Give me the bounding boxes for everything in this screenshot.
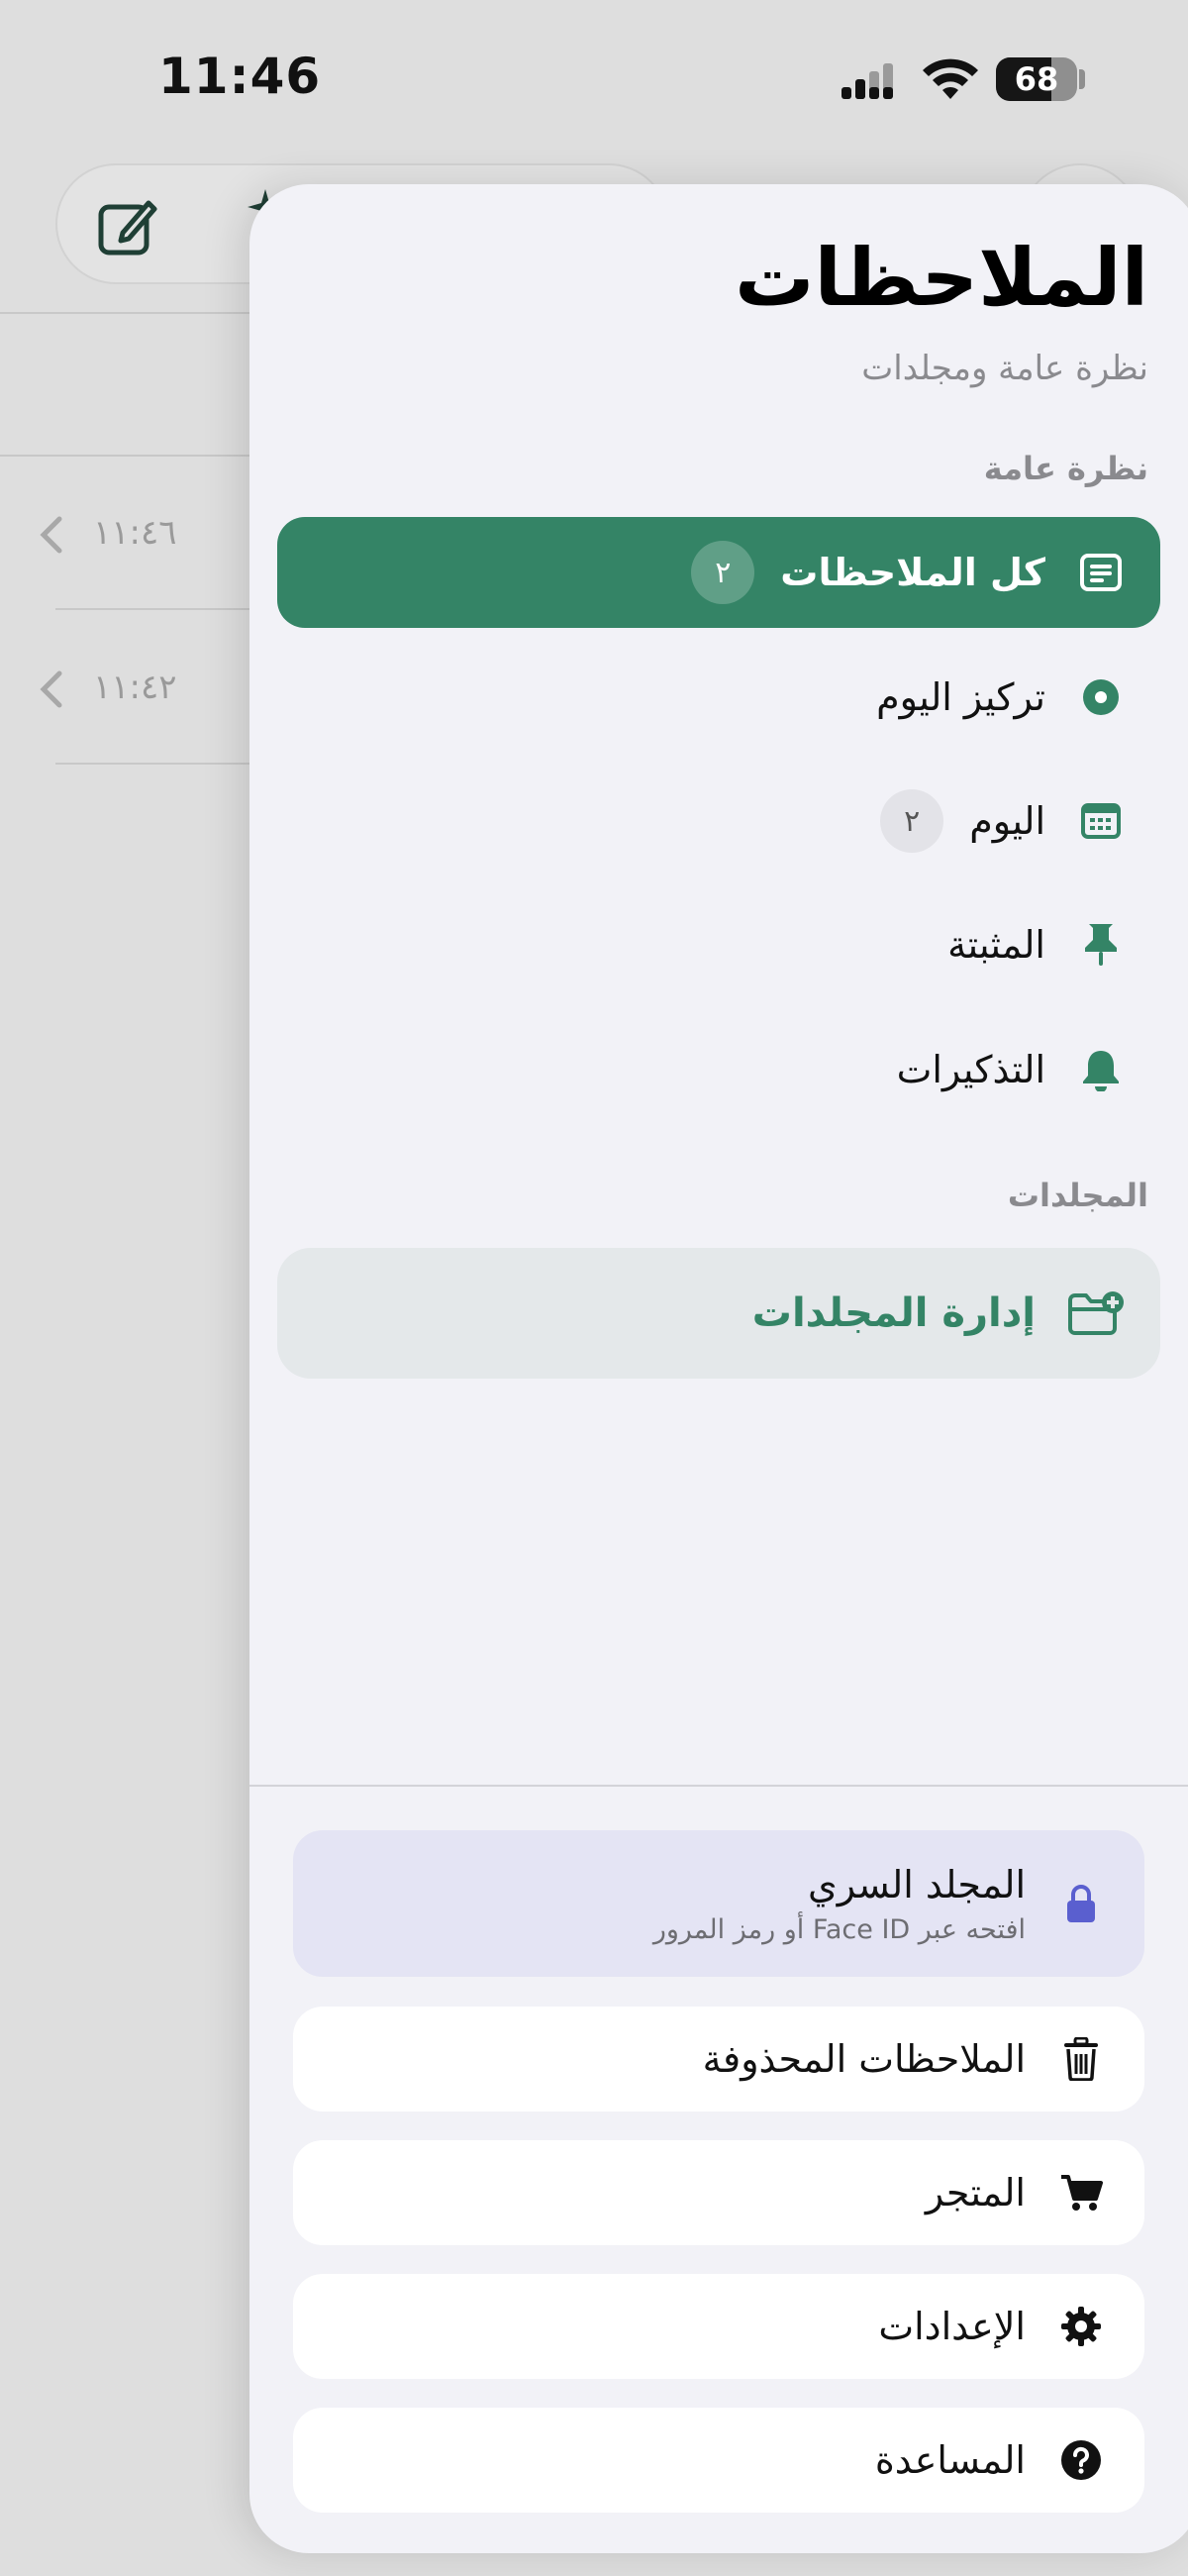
status-time: 11:46 bbox=[158, 48, 322, 105]
status-bar: 11:46 68 bbox=[0, 0, 1188, 158]
nav-item-label: اليوم bbox=[969, 799, 1045, 843]
background-row-time: ١١:٤٦ bbox=[93, 513, 177, 553]
manage-folders-button[interactable]: إدارة المجلدات bbox=[277, 1248, 1160, 1379]
panel-title: الملاحظات bbox=[735, 232, 1148, 324]
store-button[interactable]: المتجر bbox=[293, 2140, 1144, 2245]
folder-add-icon bbox=[1065, 1289, 1127, 1337]
chevron-left-icon bbox=[40, 516, 62, 554]
calendar-icon bbox=[1077, 797, 1125, 845]
settings-button[interactable]: الإعدادات bbox=[293, 2274, 1144, 2379]
background-row-divider bbox=[55, 608, 253, 610]
nav-item-label: تركيز اليوم bbox=[876, 675, 1045, 719]
cellular-signal-icon bbox=[842, 63, 893, 99]
settings-label: الإعدادات bbox=[878, 2305, 1026, 2348]
background-row-time: ١١:٤٢ bbox=[93, 668, 177, 707]
secret-folder-subtitle: افتحه عبر Face ID أو رمز المرور bbox=[652, 1913, 1026, 1945]
background-row-divider bbox=[55, 763, 253, 765]
nav-item-today-focus[interactable]: تركيز اليوم bbox=[277, 642, 1160, 753]
count-badge: ٢ bbox=[691, 541, 755, 604]
pin-icon bbox=[1077, 921, 1125, 969]
store-label: المتجر bbox=[925, 2171, 1026, 2215]
battery-indicator: 68 bbox=[996, 57, 1077, 101]
wifi-icon bbox=[923, 58, 978, 99]
notes-list-icon bbox=[1077, 549, 1125, 596]
overview-section-label: نظرة عامة bbox=[983, 450, 1148, 487]
compose-icon[interactable] bbox=[97, 197, 158, 258]
bell-icon bbox=[1077, 1046, 1125, 1093]
deleted-notes-label: الملاحظات المحذوفة bbox=[702, 2037, 1026, 2081]
background-header-divider bbox=[0, 312, 257, 314]
nav-item-all-notes[interactable]: كل الملاحظات ٢ bbox=[277, 517, 1160, 628]
nav-item-reminders[interactable]: التذكيرات bbox=[277, 1014, 1160, 1125]
nav-item-label: التذكيرات bbox=[896, 1048, 1045, 1091]
nav-item-label: كل الملاحظات bbox=[780, 551, 1045, 594]
background-search-divider bbox=[0, 455, 257, 457]
folders-section-label: المجلدات bbox=[1007, 1177, 1148, 1214]
nav-item-label: المثبتة bbox=[947, 923, 1045, 967]
nav-item-today[interactable]: اليوم ٢ bbox=[277, 766, 1160, 876]
trash-icon bbox=[1057, 2035, 1105, 2083]
gear-icon bbox=[1057, 2303, 1105, 2350]
secret-folder-title: المجلد السري bbox=[808, 1862, 1026, 1906]
chevron-left-icon bbox=[40, 670, 62, 708]
notes-side-panel: الملاحظات نظرة عامة ومجلدات نظرة عامة كل… bbox=[249, 184, 1188, 2553]
secret-folder-button[interactable]: المجلد السري افتحه عبر Face ID أو رمز ال… bbox=[293, 1830, 1144, 1977]
help-button[interactable]: المساعدة bbox=[293, 2408, 1144, 2513]
lock-icon bbox=[1057, 1880, 1105, 1927]
nav-item-pinned[interactable]: المثبتة bbox=[277, 889, 1160, 1000]
deleted-notes-button[interactable]: الملاحظات المحذوفة bbox=[293, 2007, 1144, 2112]
battery-tip bbox=[1079, 69, 1085, 89]
secret-folder-text: المجلد السري افتحه عبر Face ID أو رمز ال… bbox=[653, 1863, 1026, 1945]
help-label: المساعدة bbox=[874, 2438, 1026, 2482]
cart-icon bbox=[1057, 2169, 1105, 2216]
focus-target-icon bbox=[1077, 673, 1125, 721]
battery-level: 68 bbox=[1014, 60, 1059, 98]
panel-subtitle: نظرة عامة ومجلدات bbox=[861, 349, 1148, 388]
help-icon bbox=[1057, 2436, 1105, 2484]
count-badge: ٢ bbox=[880, 789, 944, 853]
manage-folders-label: إدارة المجلدات bbox=[751, 1290, 1036, 1336]
panel-divider bbox=[249, 1785, 1188, 1787]
